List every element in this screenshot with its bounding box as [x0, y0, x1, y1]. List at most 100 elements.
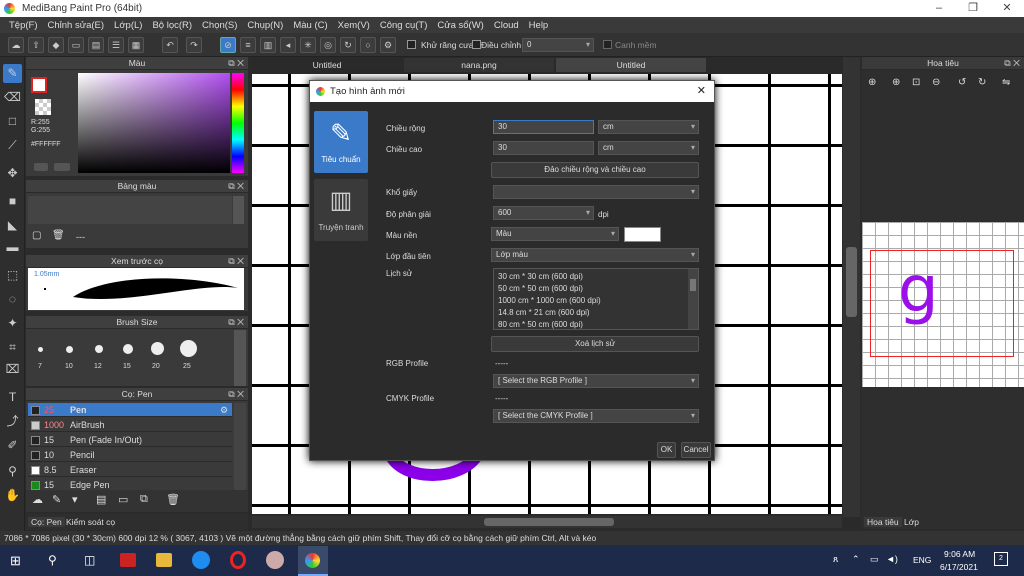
flip-icon[interactable]: ⇋ [1002, 77, 1010, 88]
smooth-checkbox[interactable] [603, 40, 612, 49]
delete-palette-icon[interactable]: 🗑 [52, 230, 65, 241]
dialog-close-icon[interactable]: ✕ [697, 81, 706, 102]
navigator-preview[interactable]: g [862, 222, 1024, 387]
copy-icon[interactable]: ⧉ [140, 493, 148, 506]
menu-cloud[interactable]: Cloud [489, 20, 524, 31]
color-sv-picker[interactable] [78, 73, 230, 173]
comic-tab[interactable]: ▥ Truyện tranh [314, 179, 368, 241]
fit-icon[interactable]: ⊡ [912, 77, 920, 88]
rect-tool-icon[interactable]: ■ [3, 192, 22, 211]
navigator-viewport[interactable] [870, 250, 1014, 357]
grid-doc-icon[interactable]: ▦ [128, 37, 144, 53]
brush-item[interactable]: 25 Pen ⚙ [28, 403, 232, 417]
swap-dimensions-button[interactable]: Đảo chiều rộng và chiều cao [491, 162, 699, 178]
add-palette-icon[interactable]: ▢ [32, 230, 41, 241]
zoom-reset-icon[interactable]: ⊖ [932, 77, 940, 88]
radial-snap-icon[interactable]: ✳ [300, 37, 316, 53]
settings-snap-icon[interactable]: ⚙ [380, 37, 396, 53]
vanish-snap-icon[interactable]: ◂ [280, 37, 296, 53]
people-icon[interactable]: ጸ [833, 554, 838, 565]
canvas-tab[interactable]: Untitled [252, 58, 402, 72]
panel-close-icon[interactable]: ⧉ ✕ [228, 180, 244, 193]
menu-edit[interactable]: Chỉnh sửa(E) [43, 20, 110, 31]
tray-arrow-icon[interactable]: ⌃ [852, 554, 860, 565]
opera-icon[interactable] [230, 551, 246, 569]
rotate-left-icon[interactable]: ↺ [958, 77, 966, 88]
background-type-select[interactable]: Màu [491, 227, 619, 241]
notifications-icon[interactable]: 2 [994, 552, 1008, 566]
brush-size-scrollbar[interactable] [234, 330, 246, 386]
network-icon[interactable]: ▭ [870, 554, 879, 565]
palette-area[interactable] [28, 196, 232, 224]
tab-navigator[interactable]: Hoa tiêu [864, 517, 902, 527]
standard-tab[interactable]: ✎ Tiêu chuẩn [314, 111, 368, 173]
menu-tools[interactable]: Công cụ(T) [375, 20, 433, 31]
snap-off-icon[interactable]: ⊘ [220, 37, 236, 53]
background-color-swatch[interactable] [624, 227, 661, 242]
concentric-snap-icon[interactable]: ◎ [320, 37, 336, 53]
clock-date[interactable]: 6/17/2021 [940, 562, 978, 572]
line-tool-icon[interactable]: ⟋ [3, 136, 22, 155]
paint-icon[interactable] [266, 551, 284, 569]
undo-icon[interactable]: ↶ [162, 37, 178, 53]
brush-size-grid[interactable]: 7 10 12 15 20 25 [28, 330, 234, 386]
menu-layer[interactable]: Lớp(L) [109, 20, 147, 31]
magic-wand-icon[interactable]: ✦ [3, 314, 22, 333]
message-icon[interactable]: ▭ [68, 37, 84, 53]
panel-close-icon[interactable]: ⧉ ✕ [1004, 57, 1020, 70]
history-list[interactable]: 30 cm * 30 cm (600 dpi) 50 cm * 50 cm (6… [493, 268, 699, 330]
menu-select[interactable]: Chọn(S) [197, 20, 242, 31]
panel-close-icon[interactable]: ⧉ ✕ [228, 57, 244, 70]
width-input[interactable]: 30 [493, 120, 594, 134]
close-button[interactable]: ✕ [990, 0, 1024, 17]
brush-item[interactable]: 15 Pen (Fade In/Out) [28, 433, 232, 447]
language-indicator[interactable]: ENG [913, 555, 931, 565]
eraser-tool-icon[interactable]: ⌫ [3, 88, 22, 107]
canvas-tab[interactable]: nana.png [404, 58, 554, 72]
gradient-tool-icon[interactable]: ▬ [3, 238, 22, 257]
menu-view[interactable]: Xem(V) [333, 20, 375, 31]
eyedropper-icon[interactable]: ⚲ [3, 462, 22, 481]
rotate-right-icon[interactable]: ↻ [978, 77, 986, 88]
brush-item[interactable]: 1000 AirBrush [28, 418, 232, 432]
shape-tool-icon[interactable]: □ [3, 112, 22, 131]
redo-icon[interactable]: ↷ [186, 37, 202, 53]
tab-brush-control[interactable]: Kiểm soát cọ [66, 517, 115, 527]
paper-select[interactable] [493, 185, 699, 199]
palette-scrollbar[interactable] [233, 196, 244, 224]
brush-menu-icon[interactable]: ▾ [72, 493, 78, 506]
zalo-icon[interactable] [192, 551, 210, 569]
resolution-select[interactable]: 600 [493, 206, 594, 220]
tab-brush[interactable]: Cọ: Pen [28, 517, 65, 527]
cloud-brush-icon[interactable]: ☁ [32, 493, 43, 506]
brush-list-scrollbar[interactable] [234, 403, 246, 493]
first-layer-select[interactable]: Lớp màu [491, 248, 699, 262]
fill-tool-icon[interactable]: ◣ [3, 216, 22, 235]
folder-icon[interactable] [156, 553, 172, 567]
antialias-checkbox[interactable] [407, 40, 416, 49]
menu-snap[interactable]: Chụp(N) [242, 20, 288, 31]
canvas-tab-active[interactable]: Untitled [556, 58, 706, 72]
curve-snap-icon[interactable]: ↻ [340, 37, 356, 53]
select-pen-icon[interactable]: ⌗ [3, 338, 22, 357]
history-item[interactable]: 30 cm * 30 cm (600 dpi) [498, 272, 583, 281]
export-icon[interactable]: ⇧ [28, 37, 44, 53]
windows-start-icon[interactable]: ⊞ [10, 553, 21, 569]
move-tool-icon[interactable]: ✥ [3, 164, 22, 183]
color-mode-button[interactable] [34, 163, 48, 171]
panel-close-icon[interactable]: ⧉ ✕ [228, 255, 244, 268]
volume-icon[interactable]: ◄) [886, 554, 898, 564]
history-scrollbar[interactable] [688, 269, 698, 329]
medibang-taskbar-icon[interactable] [298, 546, 328, 576]
tab-layer[interactable]: Lớp [904, 517, 919, 527]
adjust-select[interactable]: 0 [522, 38, 594, 52]
gear-icon[interactable]: ⚙ [220, 403, 228, 417]
zoom-out-icon[interactable]: ⊕ [892, 77, 900, 88]
parallel-snap-icon[interactable]: ≡ [240, 37, 256, 53]
cmyk-profile-select[interactable]: [ Select the CMYK Profile ] [493, 409, 699, 423]
history-item[interactable]: 14.8 cm * 21 cm (600 dpi) [498, 308, 590, 317]
list-icon[interactable]: ☰ [108, 37, 124, 53]
history-item[interactable]: 50 cm * 50 cm (600 dpi) [498, 284, 583, 293]
panel-close-icon[interactable]: ⧉ ✕ [228, 388, 244, 401]
clock-time[interactable]: 9:06 AM [944, 549, 975, 559]
